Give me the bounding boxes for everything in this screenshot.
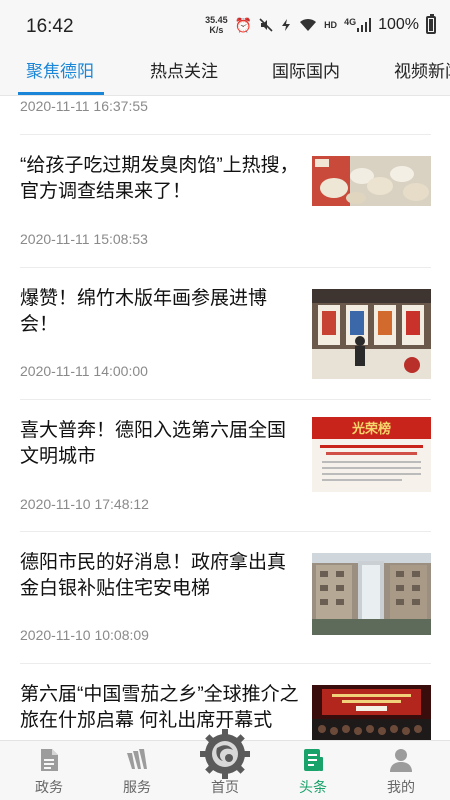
stage-event-thumbnail xyxy=(312,685,431,740)
nav-government[interactable]: 政务 xyxy=(9,741,89,800)
status-icons: 35.45 K/s ⏰ HD 4G 100% xyxy=(205,12,436,38)
news-title: “给孩子吃过期发臭肉馅”上热搜，官方调查结果来了！ xyxy=(20,155,299,202)
headlines-icon xyxy=(304,749,323,771)
news-title: 第六届“中国雪茄之乡”全球推介之旅在什邡启幕 何礼出席开幕式 xyxy=(20,684,299,731)
document-icon xyxy=(41,749,58,771)
network-speed-value: 35.45 xyxy=(205,15,228,25)
building-elevator-thumbnail xyxy=(312,553,431,635)
news-title: 喜大普奔！德阳入选第六届全国文明城市 xyxy=(20,420,287,467)
network-type: 4G xyxy=(344,17,357,27)
nav-headlines[interactable]: 头条 xyxy=(273,741,353,800)
news-item[interactable]: “给孩子吃过期发臭肉馅”上热搜，官方调查结果来了！ 2020-11-11 15:… xyxy=(0,135,450,267)
tab-video-news[interactable]: 视频新闻 xyxy=(394,48,450,95)
nfc-icon xyxy=(282,19,291,31)
battery-icon xyxy=(426,14,436,34)
nav-profile[interactable]: 我的 xyxy=(361,741,441,800)
news-date: 2020-11-11 14:00:00 xyxy=(20,363,148,379)
status-time: 16:42 xyxy=(26,16,74,37)
tab-hot-topics[interactable]: 热点关注 xyxy=(150,48,218,95)
news-date: 2020-11-10 17:48:12 xyxy=(20,496,149,512)
tab-international-domestic[interactable]: 国际国内 xyxy=(272,48,340,95)
wifi-icon xyxy=(300,18,317,31)
service-icon xyxy=(127,749,147,769)
nav-label: 我的 xyxy=(387,779,415,795)
hd-label: HD xyxy=(324,19,338,30)
alarm-icon: ⏰ xyxy=(234,16,253,33)
nav-label: 政务 xyxy=(35,779,63,795)
network-speed: 35.45 K/s xyxy=(205,15,228,35)
battery-percent: 100% xyxy=(378,16,419,33)
news-date: 2020-11-11 15:08:53 xyxy=(20,231,148,247)
cell-signal-icon: 4G xyxy=(344,17,372,32)
nav-label: 服务 xyxy=(123,779,151,795)
home-gear-icon[interactable] xyxy=(199,728,251,780)
news-feed[interactable]: 2020-11-11 16:37:55 “给孩子吃过期发臭肉馅”上热搜，官方调查… xyxy=(0,96,450,740)
news-title: 爆赞！绵竹木版年画参展进博会！ xyxy=(20,288,268,335)
category-tabs: 聚焦德阳 热点关注 国际国内 视频新闻 xyxy=(0,48,450,96)
mute-icon xyxy=(259,18,273,32)
tab-focus-deyang[interactable]: 聚焦德阳 xyxy=(26,48,94,95)
news-item[interactable]: 喜大普奔！德阳入选第六届全国文明城市 2020-11-10 17:48:12 光… xyxy=(0,400,450,532)
person-icon xyxy=(390,749,412,772)
nav-label: 头条 xyxy=(299,779,327,795)
exhibition-thumbnail xyxy=(312,289,431,379)
honor-list-heading: 光荣榜 xyxy=(351,421,391,436)
news-item[interactable]: 爆赞！绵竹木版年画参展进博会！ 2020-11-11 14:00:00 xyxy=(0,268,450,400)
honor-list-thumbnail: 光荣榜 xyxy=(312,417,431,492)
news-date: 2020-11-10 10:08:09 xyxy=(20,627,149,643)
news-title: 德阳市民的好消息！政府拿出真金白银补贴住宅安电梯 xyxy=(20,552,287,599)
status-bar: 16:42 35.45 K/s ⏰ HD 4G 100% xyxy=(0,0,450,48)
nav-service[interactable]: 服务 xyxy=(97,741,177,800)
news-item[interactable]: 德阳市民的好消息！政府拿出真金白银补贴住宅安电梯 2020-11-10 10:0… xyxy=(0,532,450,664)
active-tab-indicator xyxy=(18,92,104,95)
dumplings-thumbnail xyxy=(312,156,431,206)
network-speed-unit: K/s xyxy=(209,25,224,35)
nav-label: 首页 xyxy=(211,779,239,795)
news-date: 2020-11-11 16:37:55 xyxy=(20,98,148,114)
